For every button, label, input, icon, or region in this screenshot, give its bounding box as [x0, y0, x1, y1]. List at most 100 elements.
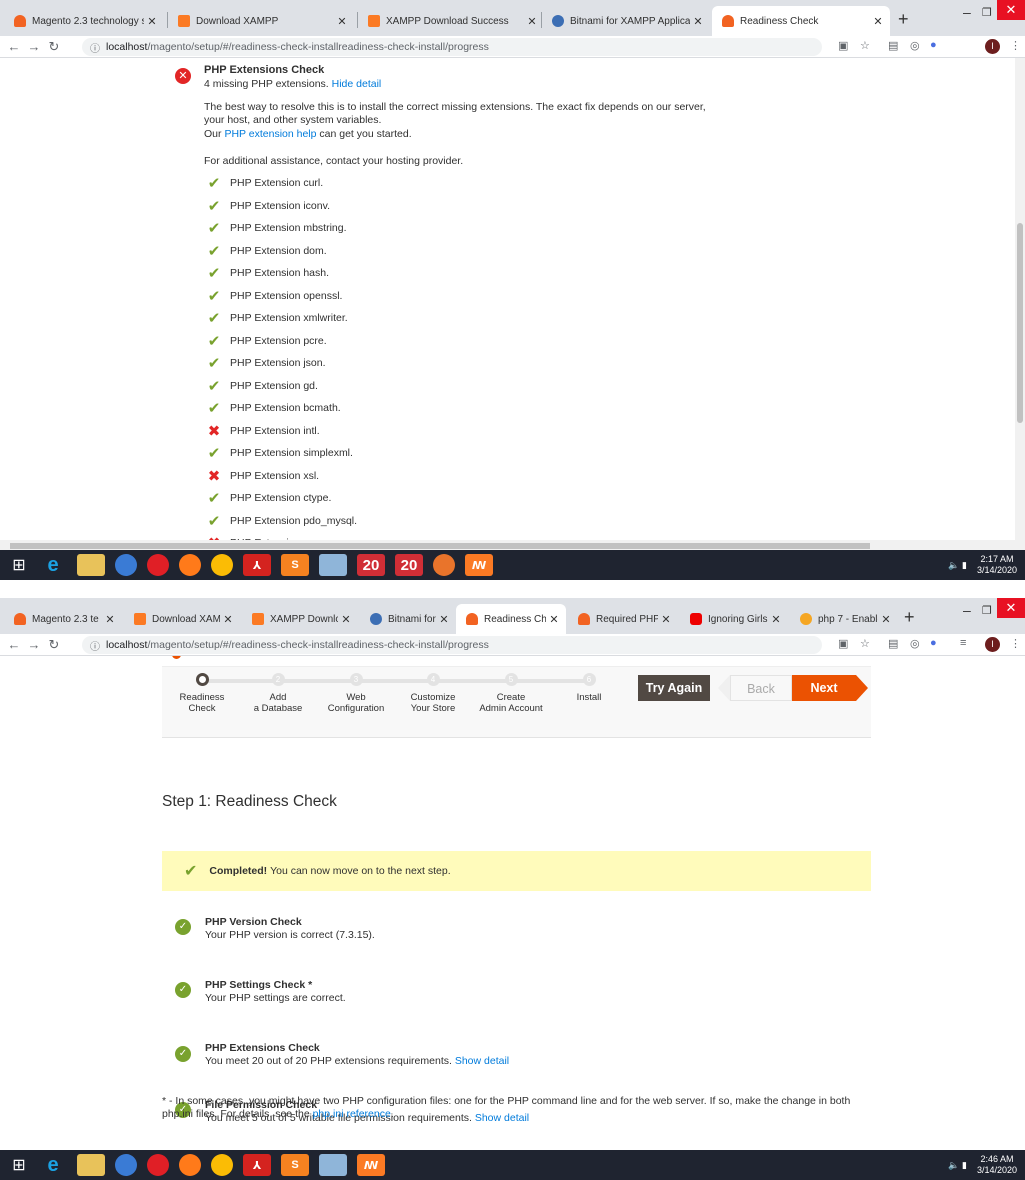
scrollbar-thumb[interactable] [10, 543, 870, 549]
extension-icon[interactable]: ● [930, 39, 937, 51]
profile-avatar[interactable]: I [985, 637, 1000, 652]
screenshot-top: Magento 2.3 technology stack r ✕ Downloa… [0, 0, 1025, 580]
speaker-icon[interactable]: 🔈 [948, 560, 959, 571]
calendar-badge[interactable]: 20 [357, 554, 385, 576]
speaker-icon[interactable]: 🔈 [948, 1160, 959, 1171]
close-icon[interactable]: ✕ [768, 613, 784, 626]
close-icon[interactable]: ✕ [436, 613, 452, 626]
restore-icon[interactable]: ❐ [982, 604, 992, 617]
extension-icon[interactable]: ● [930, 637, 937, 649]
back-arrow-icon[interactable]: ← [4, 39, 24, 54]
forward-arrow-icon[interactable]: → [24, 39, 44, 54]
profile-avatar[interactable]: I [985, 39, 1000, 54]
bookmark-star-icon[interactable]: ☆ [860, 637, 870, 650]
menu-kebab-icon[interactable]: ⋮ [1010, 39, 1021, 52]
php-extension-help-link[interactable]: PHP extension help [224, 128, 316, 140]
vertical-scrollbar[interactable] [1015, 58, 1025, 540]
close-icon[interactable]: ✕ [102, 613, 118, 626]
clock[interactable]: 2:46 AM 3/14/2020 [977, 1154, 1017, 1176]
browser-tab[interactable]: Magento 2.3 technology stack r ✕ [4, 6, 164, 36]
close-icon[interactable]: ✕ [878, 613, 894, 626]
scrollbar-thumb[interactable] [1017, 223, 1023, 423]
extension-icon[interactable]: ◎ [910, 637, 920, 650]
minimize-icon[interactable]: – [963, 4, 971, 20]
close-icon[interactable]: ✕ [220, 613, 236, 626]
firefox-icon[interactable] [179, 554, 201, 576]
opera-icon[interactable] [147, 554, 169, 576]
new-tab-icon[interactable]: + [898, 9, 909, 30]
app-icon[interactable] [115, 554, 137, 576]
app-icon[interactable] [319, 554, 347, 576]
browser-tab[interactable]: Download XAM ✕ [124, 604, 240, 634]
internet-explorer-icon[interactable]: e [39, 554, 67, 576]
app-icon[interactable] [319, 1154, 347, 1176]
browser-tab[interactable]: XAMPP Downlc ✕ [242, 604, 358, 634]
translate-icon[interactable]: ▣ [838, 39, 848, 52]
close-icon[interactable]: ✕ [144, 15, 160, 28]
calendar-badge[interactable]: 20 [395, 554, 423, 576]
window-close-icon[interactable]: ✕ [997, 598, 1025, 618]
browser-tab-active[interactable]: Readiness Chec ✕ [456, 604, 566, 634]
windows-start-icon[interactable]: ⊞ [4, 555, 34, 575]
sublime-icon[interactable]: S [281, 1154, 309, 1176]
acrobat-icon[interactable]: ⅄ [243, 1154, 271, 1176]
try-again-button[interactable]: Try Again [638, 675, 710, 701]
window-close-icon[interactable]: ✕ [997, 0, 1025, 20]
close-icon[interactable]: ✕ [546, 613, 562, 626]
address-bar[interactable]: ⓘ localhost/magento/setup/#/readiness-ch… [82, 636, 822, 654]
browser-tab[interactable]: Required PHP ✕ [568, 604, 678, 634]
forward-arrow-icon[interactable]: → [24, 637, 44, 652]
close-icon[interactable]: ✕ [870, 15, 886, 28]
opera-icon[interactable] [147, 1154, 169, 1176]
browser-tab[interactable]: Magento 2.3 te ✕ [4, 604, 122, 634]
reload-icon[interactable]: ↻ [44, 39, 64, 55]
reload-icon[interactable]: ↻ [44, 637, 64, 653]
app-icon[interactable] [433, 554, 455, 576]
bookmark-star-icon[interactable]: ☆ [860, 39, 870, 52]
extension-icon[interactable]: ▤ [888, 39, 898, 52]
sublime-icon[interactable]: S [281, 554, 309, 576]
back-arrow-icon[interactable]: ← [4, 637, 24, 652]
media-queue-icon[interactable]: ≡ [960, 637, 966, 649]
windows-start-icon[interactable]: ⊞ [4, 1155, 34, 1175]
xampp-icon[interactable]: ꟿ [357, 1154, 385, 1176]
next-button[interactable]: Next [792, 675, 868, 701]
clock[interactable]: 2:17 AM 3/14/2020 [977, 554, 1017, 576]
show-detail-link[interactable]: Show detail [455, 1055, 509, 1067]
firefox-icon[interactable] [179, 1154, 201, 1176]
xampp-icon[interactable]: ꟿ [465, 554, 493, 576]
browser-tab[interactable]: php 7 - Enable ✕ [790, 604, 898, 634]
browser-tab[interactable]: Download XAMPP ✕ [168, 6, 354, 36]
close-icon[interactable]: ✕ [690, 15, 706, 28]
address-bar[interactable]: ⓘ localhost/magento/setup/#/readiness-ch… [82, 38, 822, 56]
browser-tab[interactable]: XAMPP Download Success ✕ [358, 6, 544, 36]
extension-icon[interactable]: ▤ [888, 637, 898, 650]
restore-icon[interactable]: ❐ [982, 6, 992, 19]
file-explorer-icon[interactable] [77, 554, 105, 576]
php-ini-reference-link[interactable]: php.ini reference [313, 1108, 391, 1120]
chrome-icon[interactable] [211, 554, 233, 576]
hide-detail-link[interactable]: Hide detail [332, 78, 382, 90]
browser-tab[interactable]: Bitnami for XAMPP Application ✕ [542, 6, 710, 36]
internet-explorer-icon[interactable]: e [39, 1154, 67, 1176]
menu-kebab-icon[interactable]: ⋮ [1010, 637, 1021, 650]
close-icon[interactable]: ✕ [338, 613, 354, 626]
close-icon[interactable]: ✕ [334, 15, 350, 28]
close-icon[interactable]: ✕ [658, 613, 674, 626]
back-button[interactable]: Back [718, 675, 792, 701]
network-icon[interactable]: ▮ [962, 1160, 967, 1171]
minimize-icon[interactable]: – [963, 602, 971, 618]
file-explorer-icon[interactable] [77, 1154, 105, 1176]
step-marker: 6 [582, 673, 596, 686]
new-tab-icon[interactable]: + [904, 607, 915, 628]
app-icon[interactable] [115, 1154, 137, 1176]
browser-tab[interactable]: Ignoring Girls F ✕ [680, 604, 788, 634]
close-icon[interactable]: ✕ [524, 15, 540, 28]
acrobat-icon[interactable]: ⅄ [243, 554, 271, 576]
chrome-icon[interactable] [211, 1154, 233, 1176]
translate-icon[interactable]: ▣ [838, 637, 848, 650]
network-icon[interactable]: ▮ [962, 560, 967, 571]
browser-tab-active[interactable]: Readiness Check ✕ [712, 6, 890, 36]
browser-tab[interactable]: Bitnami for XAI ✕ [360, 604, 456, 634]
extension-icon[interactable]: ◎ [910, 39, 920, 52]
